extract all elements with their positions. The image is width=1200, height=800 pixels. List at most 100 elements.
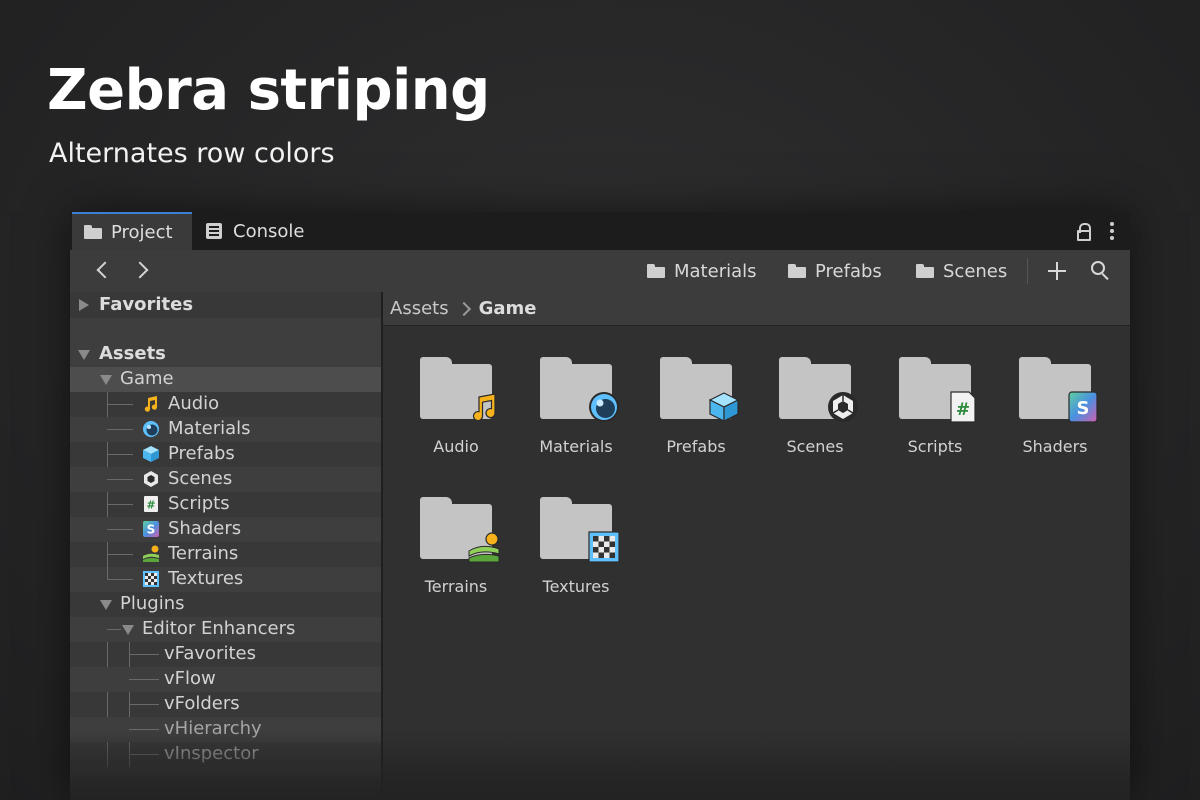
folder-icon: [84, 224, 104, 240]
tree-row-audio[interactable]: Audio: [70, 392, 381, 417]
shortcut-prefabs[interactable]: Prefabs: [788, 250, 882, 292]
tree-guide: [129, 754, 159, 755]
tree-label: vInspector: [164, 743, 259, 764]
tree-row-vinspector[interactable]: vInspector: [70, 742, 381, 767]
tree-guide: [107, 629, 121, 630]
tree-row-plugins[interactable]: Plugins: [70, 592, 381, 617]
folder-icon: [916, 264, 934, 278]
tree-row-prefabs[interactable]: Prefabs: [70, 442, 381, 467]
tree-row-scenes[interactable]: Scenes: [70, 467, 381, 492]
folder-tree: Favorites Assets Game Audio Materials Pr…: [70, 292, 383, 800]
more-options-icon[interactable]: [1110, 222, 1114, 240]
grid-item-terrains[interactable]: Terrains: [401, 497, 511, 596]
project-window: Project Console Materials Prefabs Scenes: [70, 212, 1130, 800]
tree-label: Favorites: [99, 294, 194, 315]
tree-label: Scenes: [168, 468, 233, 489]
expanded-arrow-icon: [78, 350, 90, 360]
tree-guide: [107, 479, 133, 480]
tree-row-game[interactable]: Game: [70, 367, 381, 392]
tree-label: Terrains: [168, 543, 239, 564]
back-button[interactable]: [95, 261, 114, 279]
toolbar: Materials Prefabs Scenes: [70, 250, 1130, 293]
texture-checker-icon: [143, 571, 159, 587]
tree-row-scripts[interactable]: # Scripts: [70, 492, 381, 517]
folder-icon: [788, 264, 806, 278]
add-icon[interactable]: [1048, 262, 1066, 280]
tree-spacer-row: [70, 318, 381, 343]
tree-row-favorites[interactable]: Favorites: [70, 293, 381, 318]
grid-item-label: Terrains: [424, 577, 488, 596]
tree-label: Game: [120, 368, 174, 389]
tree-guide: [129, 679, 159, 680]
terrain-icon: [143, 545, 159, 562]
grid-item-prefabs[interactable]: Prefabs: [641, 357, 751, 456]
tree-row-assets[interactable]: Assets: [70, 342, 381, 367]
svg-text:S: S: [1077, 398, 1090, 419]
lock-icon[interactable]: [1077, 223, 1091, 241]
shortcut-scenes[interactable]: Scenes: [916, 250, 1007, 292]
breadcrumb-root[interactable]: Assets: [390, 298, 449, 319]
tab-console[interactable]: Console: [206, 212, 304, 250]
tree-guide: [107, 504, 133, 505]
tree-label: vFolders: [164, 693, 240, 714]
expanded-arrow-icon: [100, 600, 112, 610]
material-sphere-icon: [589, 392, 619, 422]
grid-item-scripts[interactable]: # Scripts: [880, 357, 990, 456]
hero-title: Zebra striping: [47, 58, 490, 123]
tree-row-textures[interactable]: Textures: [70, 567, 381, 592]
tree-label: Shaders: [168, 518, 242, 539]
folder-icon: [647, 264, 665, 278]
search-icon[interactable]: [1091, 261, 1111, 281]
tree-label: Scripts: [168, 493, 230, 514]
folder-icon: S: [1019, 357, 1098, 423]
texture-checker-icon: [588, 531, 620, 563]
shader-icon: S: [143, 521, 159, 537]
csharp-script-icon: #: [144, 496, 158, 512]
chevron-right-icon: [456, 301, 471, 316]
tree-row-partial: [70, 767, 381, 792]
forward-button[interactable]: [131, 261, 149, 279]
tree-guide: [107, 579, 133, 580]
grid-item-label: Audio: [433, 437, 479, 456]
folder-icon: [540, 357, 619, 422]
tree-row-editor-enhancers[interactable]: Editor Enhancers: [70, 617, 381, 642]
grid-item-textures[interactable]: Textures: [521, 497, 631, 596]
tree-row-vflow[interactable]: vFlow: [70, 667, 381, 692]
grid-item-label: Scenes: [786, 437, 844, 456]
tree-label: Materials: [168, 418, 251, 439]
tree-row-materials[interactable]: Materials: [70, 417, 381, 442]
shortcut-label: Scenes: [943, 260, 1008, 282]
tree-row-shaders[interactable]: S Shaders: [70, 517, 381, 542]
grid-item-label: Shaders: [1022, 437, 1088, 456]
folder-icon: [660, 357, 740, 422]
breadcrumb: Assets Game: [383, 292, 1130, 326]
folder-icon: [540, 497, 620, 563]
music-note-icon: [144, 396, 158, 412]
grid-item-materials[interactable]: Materials: [521, 357, 631, 456]
grid-item-label: Prefabs: [666, 437, 726, 456]
tree-label: vFavorites: [164, 643, 256, 664]
material-sphere-icon: [143, 421, 159, 437]
tree-label: vHierarchy: [164, 718, 262, 739]
tree-guide: [107, 454, 133, 455]
tree-label: Plugins: [120, 593, 185, 614]
grid-item-shaders[interactable]: S Shaders: [1000, 357, 1110, 456]
tree-label: Assets: [99, 343, 166, 364]
tree-row-vfavorites[interactable]: vFavorites: [70, 642, 381, 667]
tree-guide: [107, 529, 133, 530]
asset-grid: Audio Materials Prefabs Scenes # Scripts: [383, 326, 1130, 800]
shortcut-materials[interactable]: Materials: [647, 250, 757, 292]
unity-scene-icon: [144, 471, 158, 487]
chevron-right-icon: [131, 261, 149, 279]
tab-project[interactable]: Project: [72, 212, 192, 250]
folder-icon: [420, 497, 500, 563]
unity-scene-icon: [828, 392, 858, 422]
grid-item-scenes[interactable]: Scenes: [760, 357, 870, 456]
tree-guide: [129, 729, 159, 730]
grid-item-audio[interactable]: Audio: [401, 357, 511, 456]
grid-item-label: Scripts: [907, 437, 963, 456]
tree-row-vhierarchy[interactable]: vHierarchy: [70, 717, 381, 742]
tree-guide: [107, 404, 133, 405]
tree-row-vfolders[interactable]: vFolders: [70, 692, 381, 717]
tree-row-terrains[interactable]: Terrains: [70, 542, 381, 567]
